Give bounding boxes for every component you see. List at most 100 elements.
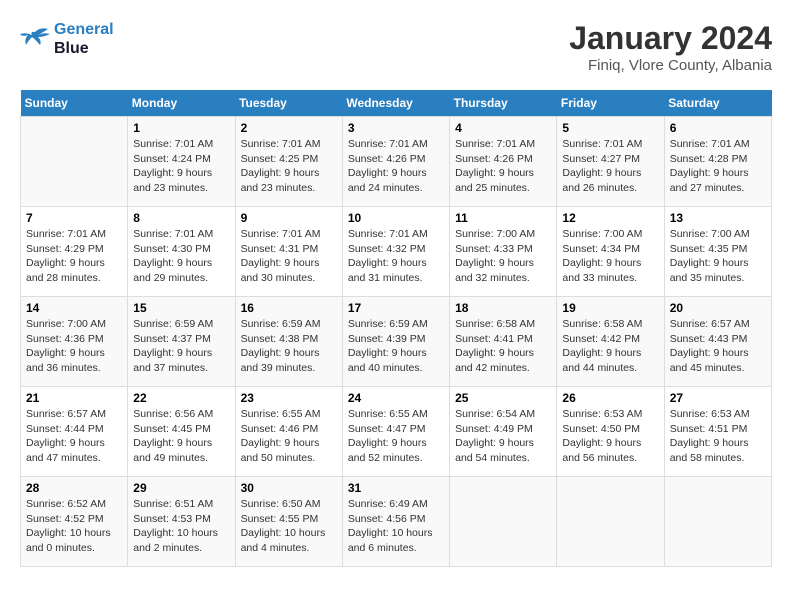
calendar-cell: 11Sunrise: 7:00 AMSunset: 4:33 PMDayligh… bbox=[450, 207, 557, 297]
day-info: Sunrise: 7:01 AMSunset: 4:25 PMDaylight:… bbox=[241, 137, 337, 196]
day-number: 5 bbox=[562, 121, 658, 135]
calendar-cell: 12Sunrise: 7:00 AMSunset: 4:34 PMDayligh… bbox=[557, 207, 664, 297]
col-friday: Friday bbox=[557, 90, 664, 117]
calendar-cell: 16Sunrise: 6:59 AMSunset: 4:38 PMDayligh… bbox=[235, 297, 342, 387]
col-sunday: Sunday bbox=[21, 90, 128, 117]
calendar-cell: 13 Sunrise: 7:00 AMSunset: 4:35 PMDayligh… bbox=[664, 207, 771, 297]
day-info: Sunrise: 7:01 AMSunset: 4:27 PMDaylight:… bbox=[562, 137, 658, 196]
day-info: Sunrise: 6:53 AMSunset: 4:51 PMDaylight:… bbox=[670, 407, 766, 466]
calendar-cell: 6 Sunrise: 7:01 AMSunset: 4:28 PMDaylight… bbox=[664, 117, 771, 207]
day-number: 4 bbox=[455, 121, 551, 135]
day-info: Sunrise: 7:01 AMSunset: 4:32 PMDaylight:… bbox=[348, 227, 444, 286]
logo: General Blue bbox=[20, 20, 114, 58]
day-info: Sunrise: 7:00 AMSunset: 4:33 PMDaylight:… bbox=[455, 227, 551, 286]
day-number: 15 bbox=[133, 301, 229, 315]
page-header: General Blue January 2024 Finiq, Vlore C… bbox=[20, 20, 772, 74]
location: Finiq, Vlore County, Albania bbox=[569, 57, 772, 74]
title-block: January 2024 Finiq, Vlore County, Albani… bbox=[569, 20, 772, 74]
calendar-cell bbox=[450, 477, 557, 567]
day-info: Sunrise: 7:00 AMSunset: 4:36 PMDaylight:… bbox=[26, 317, 122, 376]
day-number: 9 bbox=[241, 211, 337, 225]
day-info: Sunrise: 7:00 AMSunset: 4:35 PMDaylight:… bbox=[670, 227, 766, 286]
calendar-cell: 15Sunrise: 6:59 AMSunset: 4:37 PMDayligh… bbox=[128, 297, 235, 387]
calendar-cell: 18 Sunrise: 6:58 AMSunset: 4:41 PMDayligh… bbox=[450, 297, 557, 387]
day-info: Sunrise: 6:58 AMSunset: 4:41 PMDaylight:… bbox=[455, 317, 551, 376]
day-number: 21 bbox=[26, 391, 122, 405]
day-info: Sunrise: 6:57 AMSunset: 4:43 PMDaylight:… bbox=[670, 317, 766, 376]
day-number: 7 bbox=[26, 211, 122, 225]
day-info: Sunrise: 7:01 AMSunset: 4:29 PMDaylight:… bbox=[26, 227, 122, 286]
calendar-cell: 21 Sunrise: 6:57 AMSunset: 4:44 PMDayligh… bbox=[21, 387, 128, 477]
day-number: 6 bbox=[670, 121, 766, 135]
calendar-cell: 27 Sunrise: 6:53 AMSunset: 4:51 PMDayligh… bbox=[664, 387, 771, 477]
day-info: Sunrise: 6:58 AMSunset: 4:42 PMDaylight:… bbox=[562, 317, 658, 376]
calendar-cell: 25 Sunrise: 6:54 AMSunset: 4:49 PMDayligh… bbox=[450, 387, 557, 477]
month-title: January 2024 bbox=[569, 20, 772, 57]
calendar-cell: 24Sunrise: 6:55 AMSunset: 4:47 PMDayligh… bbox=[342, 387, 449, 477]
day-info: Sunrise: 6:56 AMSunset: 4:45 PMDaylight:… bbox=[133, 407, 229, 466]
day-number: 10 bbox=[348, 211, 444, 225]
calendar-cell: 4 Sunrise: 7:01 AMSunset: 4:26 PMDaylight… bbox=[450, 117, 557, 207]
calendar-cell: 5 Sunrise: 7:01 AMSunset: 4:27 PMDaylight… bbox=[557, 117, 664, 207]
day-info: Sunrise: 6:53 AMSunset: 4:50 PMDaylight:… bbox=[562, 407, 658, 466]
calendar-cell: 7 Sunrise: 7:01 AMSunset: 4:29 PMDaylight… bbox=[21, 207, 128, 297]
day-number: 19 bbox=[562, 301, 658, 315]
day-info: Sunrise: 6:49 AMSunset: 4:56 PMDaylight:… bbox=[348, 497, 444, 556]
day-info: Sunrise: 6:54 AMSunset: 4:49 PMDaylight:… bbox=[455, 407, 551, 466]
calendar-header-row: Sunday Monday Tuesday Wednesday Thursday… bbox=[21, 90, 772, 117]
day-info: Sunrise: 7:01 AMSunset: 4:28 PMDaylight:… bbox=[670, 137, 766, 196]
logo-text: General Blue bbox=[54, 20, 114, 58]
day-number: 29 bbox=[133, 481, 229, 495]
day-info: Sunrise: 7:01 AMSunset: 4:26 PMDaylight:… bbox=[455, 137, 551, 196]
calendar-cell: 26 Sunrise: 6:53 AMSunset: 4:50 PMDayligh… bbox=[557, 387, 664, 477]
calendar-cell: 9Sunrise: 7:01 AMSunset: 4:31 PMDaylight… bbox=[235, 207, 342, 297]
day-number: 12 bbox=[562, 211, 658, 225]
day-number: 17 bbox=[348, 301, 444, 315]
calendar-cell: 19 Sunrise: 6:58 AMSunset: 4:42 PMDayligh… bbox=[557, 297, 664, 387]
day-number: 30 bbox=[241, 481, 337, 495]
calendar-row: 1Sunrise: 7:01 AMSunset: 4:24 PMDaylight… bbox=[21, 117, 772, 207]
day-info: Sunrise: 7:01 AMSunset: 4:30 PMDaylight:… bbox=[133, 227, 229, 286]
calendar-cell: 3 Sunrise: 7:01 AMSunset: 4:26 PMDaylight… bbox=[342, 117, 449, 207]
calendar-cell: 10 Sunrise: 7:01 AMSunset: 4:32 PMDayligh… bbox=[342, 207, 449, 297]
day-info: Sunrise: 6:52 AMSunset: 4:52 PMDaylight:… bbox=[26, 497, 122, 556]
col-wednesday: Wednesday bbox=[342, 90, 449, 117]
day-number: 26 bbox=[562, 391, 658, 405]
day-number: 27 bbox=[670, 391, 766, 405]
day-info: Sunrise: 6:59 AMSunset: 4:38 PMDaylight:… bbox=[241, 317, 337, 376]
day-number: 23 bbox=[241, 391, 337, 405]
logo-icon bbox=[20, 27, 50, 51]
day-number: 14 bbox=[26, 301, 122, 315]
day-number: 25 bbox=[455, 391, 551, 405]
day-number: 3 bbox=[348, 121, 444, 135]
calendar-cell: 20Sunrise: 6:57 AMSunset: 4:43 PMDayligh… bbox=[664, 297, 771, 387]
day-number: 31 bbox=[348, 481, 444, 495]
calendar-row: 7 Sunrise: 7:01 AMSunset: 4:29 PMDaylight… bbox=[21, 207, 772, 297]
calendar-cell bbox=[21, 117, 128, 207]
calendar-cell bbox=[664, 477, 771, 567]
calendar-cell: 1Sunrise: 7:01 AMSunset: 4:24 PMDaylight… bbox=[128, 117, 235, 207]
calendar-cell: 28Sunrise: 6:52 AMSunset: 4:52 PMDayligh… bbox=[21, 477, 128, 567]
calendar-row: 28Sunrise: 6:52 AMSunset: 4:52 PMDayligh… bbox=[21, 477, 772, 567]
day-info: Sunrise: 6:57 AMSunset: 4:44 PMDaylight:… bbox=[26, 407, 122, 466]
calendar-row: 21 Sunrise: 6:57 AMSunset: 4:44 PMDayligh… bbox=[21, 387, 772, 477]
day-info: Sunrise: 6:55 AMSunset: 4:47 PMDaylight:… bbox=[348, 407, 444, 466]
day-number: 22 bbox=[133, 391, 229, 405]
day-number: 13 bbox=[670, 211, 766, 225]
calendar-cell: 30 Sunrise: 6:50 AMSunset: 4:55 PMDayligh… bbox=[235, 477, 342, 567]
day-number: 8 bbox=[133, 211, 229, 225]
calendar-cell: 23 Sunrise: 6:55 AMSunset: 4:46 PMDayligh… bbox=[235, 387, 342, 477]
calendar-cell: 2 Sunrise: 7:01 AMSunset: 4:25 PMDaylight… bbox=[235, 117, 342, 207]
calendar-cell: 14 Sunrise: 7:00 AMSunset: 4:36 PMDayligh… bbox=[21, 297, 128, 387]
col-monday: Monday bbox=[128, 90, 235, 117]
calendar-cell: 29Sunrise: 6:51 AMSunset: 4:53 PMDayligh… bbox=[128, 477, 235, 567]
calendar-cell: 8 Sunrise: 7:01 AMSunset: 4:30 PMDaylight… bbox=[128, 207, 235, 297]
calendar-cell bbox=[557, 477, 664, 567]
day-number: 2 bbox=[241, 121, 337, 135]
calendar-table: Sunday Monday Tuesday Wednesday Thursday… bbox=[20, 90, 772, 567]
day-info: Sunrise: 7:01 AMSunset: 4:26 PMDaylight:… bbox=[348, 137, 444, 196]
day-info: Sunrise: 6:55 AMSunset: 4:46 PMDaylight:… bbox=[241, 407, 337, 466]
calendar-row: 14 Sunrise: 7:00 AMSunset: 4:36 PMDayligh… bbox=[21, 297, 772, 387]
day-info: Sunrise: 6:50 AMSunset: 4:55 PMDaylight:… bbox=[241, 497, 337, 556]
day-number: 18 bbox=[455, 301, 551, 315]
